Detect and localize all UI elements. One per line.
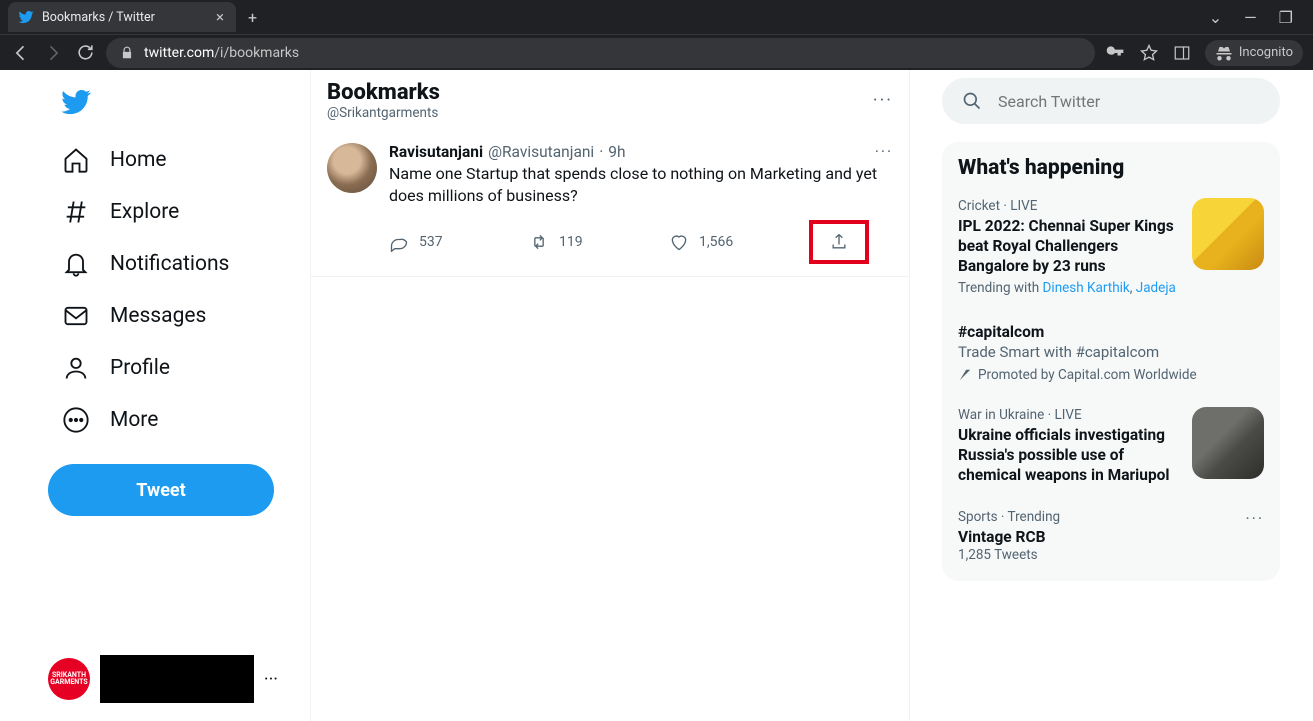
- incognito-icon: [1215, 44, 1233, 62]
- panel-icon[interactable]: [1173, 44, 1191, 62]
- nav-messages[interactable]: Messages: [48, 290, 243, 342]
- tweet-author[interactable]: Ravisutanjani: [389, 143, 483, 161]
- trend-item[interactable]: #capitalcom Trade Smart with #capitalcom…: [942, 308, 1280, 394]
- account-avatar: SRIKANTH GARMENTS: [48, 658, 90, 700]
- nav-home[interactable]: Home: [48, 134, 243, 186]
- star-icon[interactable]: [1139, 43, 1159, 63]
- heart-icon: [669, 232, 689, 252]
- new-tab-button[interactable]: +: [248, 8, 257, 27]
- trend-item[interactable]: ··· Sports · Trending Vintage RCB 1,285 …: [942, 497, 1280, 575]
- twitter-logo[interactable]: [48, 80, 104, 128]
- tweet-button[interactable]: Tweet: [48, 464, 274, 516]
- person-icon: [62, 354, 90, 382]
- incognito-indicator[interactable]: Incognito: [1205, 40, 1303, 66]
- like-button[interactable]: 1,566: [669, 232, 809, 252]
- trend-thumbnail: [1192, 407, 1264, 479]
- whats-happening-heading: What's happening: [942, 156, 1280, 186]
- tweet-more-icon[interactable]: ···: [875, 143, 893, 161]
- browser-tab[interactable]: Bookmarks / Twitter ×: [8, 2, 236, 32]
- nav-notifications[interactable]: Notifications: [48, 238, 243, 290]
- back-button[interactable]: [10, 42, 32, 64]
- key-icon[interactable]: [1105, 43, 1125, 63]
- forward-button[interactable]: [42, 42, 64, 64]
- nav-more[interactable]: More: [48, 394, 243, 446]
- bell-icon: [62, 250, 90, 278]
- tweet-avatar[interactable]: [327, 143, 377, 193]
- tweet[interactable]: Ravisutanjani @Ravisutanjani · 9h ··· Na…: [311, 131, 909, 277]
- reply-icon: [389, 232, 409, 252]
- trend-thumbnail: [1192, 198, 1264, 270]
- home-icon: [62, 146, 90, 174]
- retweet-button[interactable]: 119: [529, 232, 669, 252]
- tweet-text: Name one Startup that spends close to no…: [389, 163, 893, 208]
- tweet-handle[interactable]: @Ravisutanjani: [488, 143, 594, 161]
- tweet-time[interactable]: 9h: [608, 143, 625, 161]
- lock-icon: [120, 46, 134, 60]
- trend-item[interactable]: Cricket · LIVE IPL 2022: Chennai Super K…: [942, 186, 1280, 308]
- search-box[interactable]: [942, 78, 1280, 124]
- nav-profile[interactable]: Profile: [48, 342, 243, 394]
- maximize-icon[interactable]: ❐: [1279, 8, 1293, 27]
- page-title: Bookmarks: [327, 80, 440, 105]
- account-more-icon[interactable]: ···: [264, 669, 278, 690]
- chevron-down-icon[interactable]: ⌄: [1209, 8, 1222, 27]
- address-bar[interactable]: twitter.com/i/bookmarks: [106, 38, 1095, 68]
- tab-title: Bookmarks / Twitter: [42, 10, 155, 25]
- reload-button[interactable]: [74, 42, 96, 64]
- share-button[interactable]: [809, 220, 869, 264]
- tab-strip: Bookmarks / Twitter × + ⌄ ― ❐: [0, 0, 1313, 34]
- promoted-icon: [958, 368, 972, 382]
- trend-item[interactable]: War in Ukraine · LIVE Ukraine officials …: [942, 395, 1280, 497]
- hashtag-icon: [62, 198, 90, 226]
- trend-more-icon[interactable]: ···: [1245, 509, 1264, 528]
- retweet-icon: [529, 232, 549, 252]
- search-input[interactable]: [998, 92, 1260, 111]
- page-header: Bookmarks @Srikantgarments ···: [311, 70, 909, 131]
- nav-explore[interactable]: Explore: [48, 186, 243, 238]
- minimize-icon[interactable]: ―: [1244, 8, 1257, 27]
- envelope-icon: [62, 302, 90, 330]
- share-icon: [829, 232, 849, 252]
- close-tab-icon[interactable]: ×: [216, 8, 224, 26]
- account-switcher[interactable]: SRIKANTH GARMENTS ···: [48, 655, 278, 703]
- search-icon: [962, 91, 982, 111]
- page-subtitle: @Srikantgarments: [327, 105, 440, 121]
- twitter-favicon-icon: [18, 9, 34, 25]
- account-name-redacted: [100, 655, 254, 703]
- more-circle-icon: [62, 406, 90, 434]
- reply-button[interactable]: 537: [389, 232, 529, 252]
- header-more-icon[interactable]: ···: [873, 90, 893, 111]
